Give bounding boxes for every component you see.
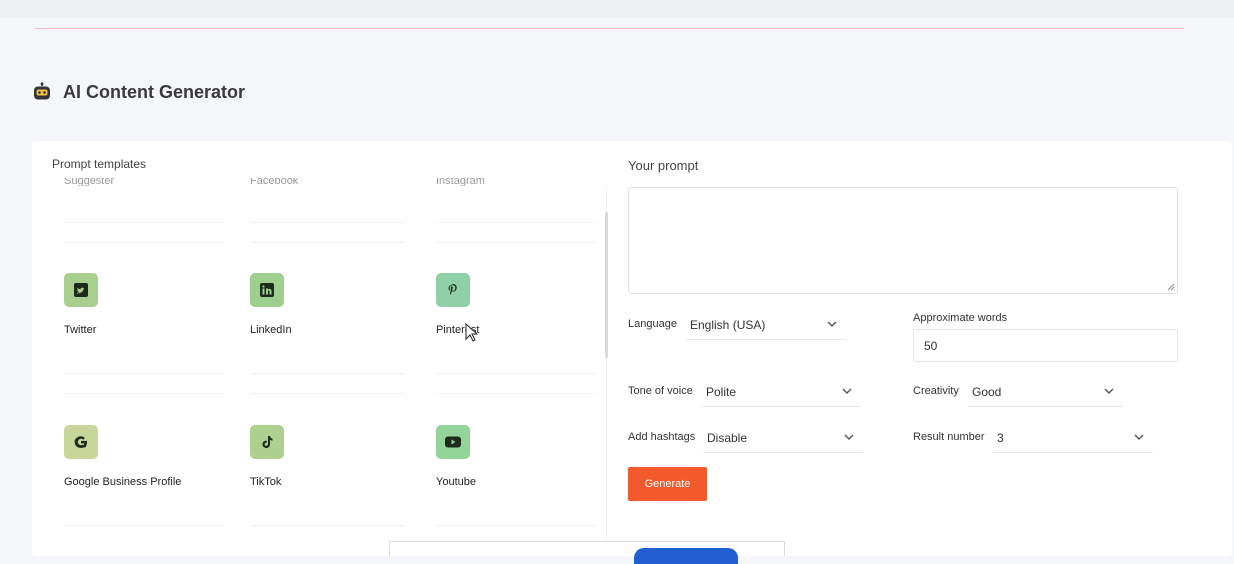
creativity-label: Creativity [913, 385, 959, 397]
creativity-value: Good [972, 384, 1002, 399]
tone-value: Polite [706, 384, 737, 399]
row-divider [436, 222, 596, 223]
template-google-business-profile[interactable]: Google Business Profile [64, 425, 224, 488]
result-number-select[interactable]: 3 [993, 423, 1153, 453]
chevron-down-icon [844, 434, 854, 440]
generate-button[interactable]: Generate [628, 467, 707, 501]
template-label: LinkedIn [250, 324, 292, 336]
creativity-select[interactable]: Good [968, 377, 1123, 407]
row-divider [64, 373, 224, 374]
your-prompt-label: Your prompt [628, 158, 699, 173]
tiktok-icon [250, 425, 284, 459]
row-divider [64, 525, 224, 526]
template-item-cut[interactable]: Suggester [64, 178, 114, 186]
row-divider [436, 242, 596, 243]
template-label: Google Business Profile [64, 476, 182, 488]
template-label: Twitter [64, 324, 97, 336]
hashtags-label: Add hashtags [628, 431, 696, 443]
row-divider [250, 222, 405, 223]
resize-grip-icon[interactable] [1167, 283, 1175, 291]
template-label: Youtube [436, 476, 476, 488]
language-label: Language [628, 318, 677, 330]
bottom-action-button[interactable] [634, 548, 738, 564]
hashtags-value: Disable [707, 430, 748, 445]
hashtags-select[interactable]: Disable [703, 423, 863, 453]
chevron-down-icon [1104, 388, 1114, 394]
prompt-templates-label: Prompt templates [52, 157, 147, 171]
twitter-icon [64, 273, 98, 307]
mouse-cursor-icon [465, 323, 479, 342]
chevron-down-icon [842, 388, 852, 394]
divider-line [35, 28, 1184, 29]
language-select[interactable]: English (USA) [686, 310, 846, 340]
template-label: Pinterest [436, 324, 480, 336]
linkedin-icon [250, 273, 284, 307]
template-twitter[interactable]: Twitter [64, 273, 224, 336]
page-title: AI Content Generator [63, 81, 246, 102]
youtube-icon [436, 425, 470, 459]
top-strip [0, 0, 1234, 18]
google-icon [64, 425, 98, 459]
template-linkedin[interactable]: LinkedIn [250, 273, 410, 336]
template-label: TikTok [250, 476, 282, 488]
row-divider [250, 393, 405, 394]
robot-icon [34, 82, 50, 100]
template-pinterest[interactable]: Pinterest [436, 273, 596, 336]
row-divider [250, 242, 405, 243]
prompt-textarea[interactable] [628, 187, 1178, 294]
result-number-label: Result number [913, 431, 985, 443]
row-divider [250, 373, 405, 374]
row-divider [250, 525, 405, 526]
row-divider [436, 373, 596, 374]
row-divider [436, 525, 596, 526]
row-divider [64, 393, 224, 394]
row-divider [436, 393, 596, 394]
template-youtube[interactable]: Youtube [436, 425, 596, 488]
chevron-down-icon [827, 321, 837, 327]
tone-select[interactable]: Polite [702, 377, 861, 407]
template-tiktok[interactable]: TikTok [250, 425, 410, 488]
language-value: English (USA) [690, 317, 766, 332]
template-item-cut[interactable]: Instagram [436, 178, 485, 186]
template-item-cut[interactable]: Facebook [250, 178, 298, 186]
result-number-value: 3 [997, 430, 1004, 445]
tone-label: Tone of voice [628, 385, 693, 397]
row-divider [64, 242, 224, 243]
approximate-words-label: Approximate words [913, 312, 1008, 324]
page-header: AI Content Generator [32, 80, 245, 104]
scrollbar-thumb[interactable] [605, 212, 608, 358]
approximate-words-input[interactable]: 50 [913, 329, 1178, 362]
pinterest-icon [436, 273, 470, 307]
chevron-down-icon [1134, 434, 1144, 440]
row-divider [64, 222, 224, 223]
